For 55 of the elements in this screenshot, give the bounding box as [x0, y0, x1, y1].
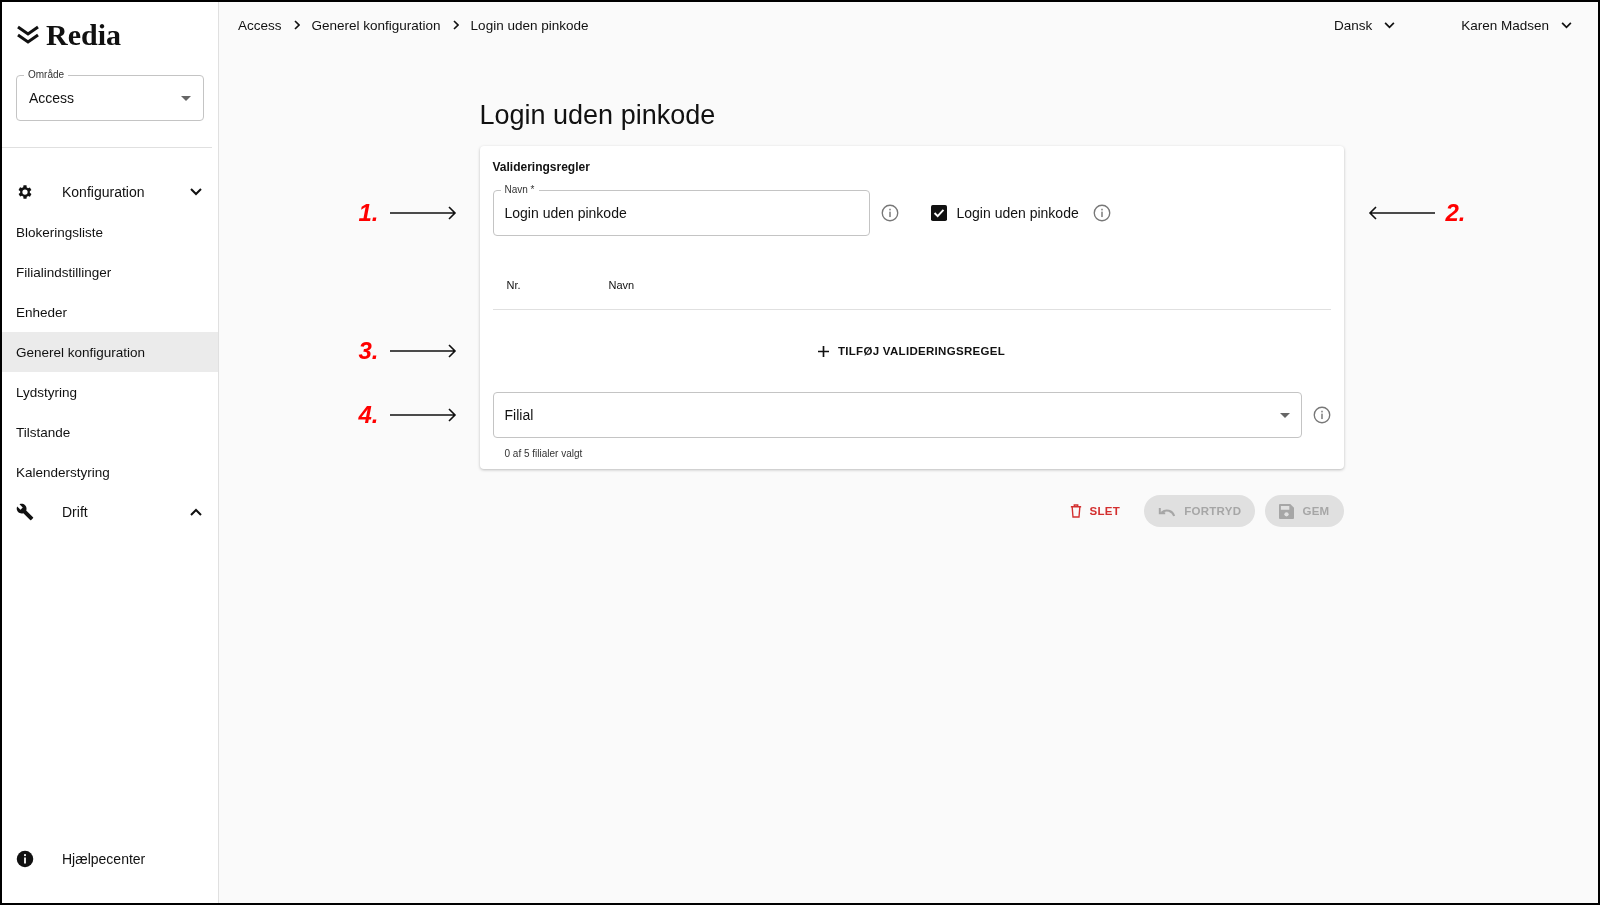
- annotation-number: 1.: [358, 200, 379, 226]
- logo-text: Redia: [46, 20, 121, 50]
- help-center-link[interactable]: Hjælpecenter: [2, 839, 218, 879]
- nav-item[interactable]: Kalenderstyring: [2, 452, 218, 492]
- nav-group[interactable]: Drift: [2, 492, 218, 532]
- area-select-value: Access: [29, 90, 76, 106]
- delete-button[interactable]: SLET: [1055, 495, 1135, 527]
- breadcrumb-link[interactable]: Generel konfiguration: [311, 17, 441, 33]
- name-field-label: Navn *: [500, 184, 539, 196]
- nav-item[interactable]: Filialindstillinger: [2, 252, 218, 292]
- chevron-right-icon: [293, 20, 300, 30]
- annotation-arrow: [389, 408, 457, 422]
- nav-item[interactable]: Generel konfiguration: [2, 332, 218, 372]
- language-menu[interactable]: Dansk: [1333, 17, 1396, 33]
- area-select-label: Område: [24, 69, 69, 81]
- wrench-icon: [16, 503, 34, 521]
- breadcrumb-link[interactable]: Access: [238, 17, 282, 33]
- annotation-arrow: [1367, 206, 1435, 220]
- page-title: Login uden pinkode: [479, 99, 717, 132]
- nav-item[interactable]: Blokeringsliste: [2, 212, 218, 252]
- login-checkbox[interactable]: Login uden pinkode: [930, 205, 1079, 221]
- info-icon[interactable]: [1312, 406, 1331, 424]
- column-header: Nr.: [506, 278, 522, 291]
- trash-icon: [1069, 504, 1082, 518]
- gear-icon: [16, 183, 34, 201]
- chevron-up-icon: [190, 508, 202, 516]
- nav-item[interactable]: Lydstyring: [2, 372, 218, 412]
- section-title: Valideringsregler: [492, 160, 591, 174]
- info-icon: [16, 850, 34, 868]
- chevron-down-icon: [1384, 21, 1396, 29]
- chevron-right-icon: [452, 20, 459, 30]
- dropdown-caret-icon: [1279, 412, 1290, 418]
- info-icon[interactable]: [880, 204, 899, 222]
- add-rule-button[interactable]: TILFØJ VALIDERINGSREGEL: [809, 339, 1014, 363]
- checkbox-label: Login uden pinkode: [956, 205, 1079, 221]
- nav-group[interactable]: Konfiguration: [2, 172, 218, 212]
- nav-item[interactable]: Tilstande: [2, 412, 218, 452]
- undo-icon: [1158, 505, 1177, 517]
- plus-icon: [817, 345, 829, 357]
- column-header: Navn: [608, 278, 635, 291]
- annotation-number: 2.: [1445, 200, 1466, 226]
- dropdown-caret-icon: [181, 95, 191, 101]
- annotation-number: 4.: [358, 402, 379, 428]
- branch-select[interactable]: Filial: [492, 392, 1302, 438]
- chevron-down-icon: [1561, 21, 1572, 29]
- annotation-arrow: [389, 206, 457, 220]
- annotation-number: 3.: [358, 338, 379, 364]
- info-icon[interactable]: [1092, 204, 1111, 222]
- logo-icon: [16, 25, 40, 45]
- chevron-down-icon: [190, 188, 202, 196]
- helper-text: 0 af 5 filialer valgt: [503, 447, 584, 459]
- nav-item[interactable]: Enheder: [2, 292, 218, 332]
- user-menu[interactable]: Karen Madsen: [1461, 17, 1572, 33]
- checkbox[interactable]: [930, 205, 947, 221]
- annotation-arrow: [389, 344, 457, 358]
